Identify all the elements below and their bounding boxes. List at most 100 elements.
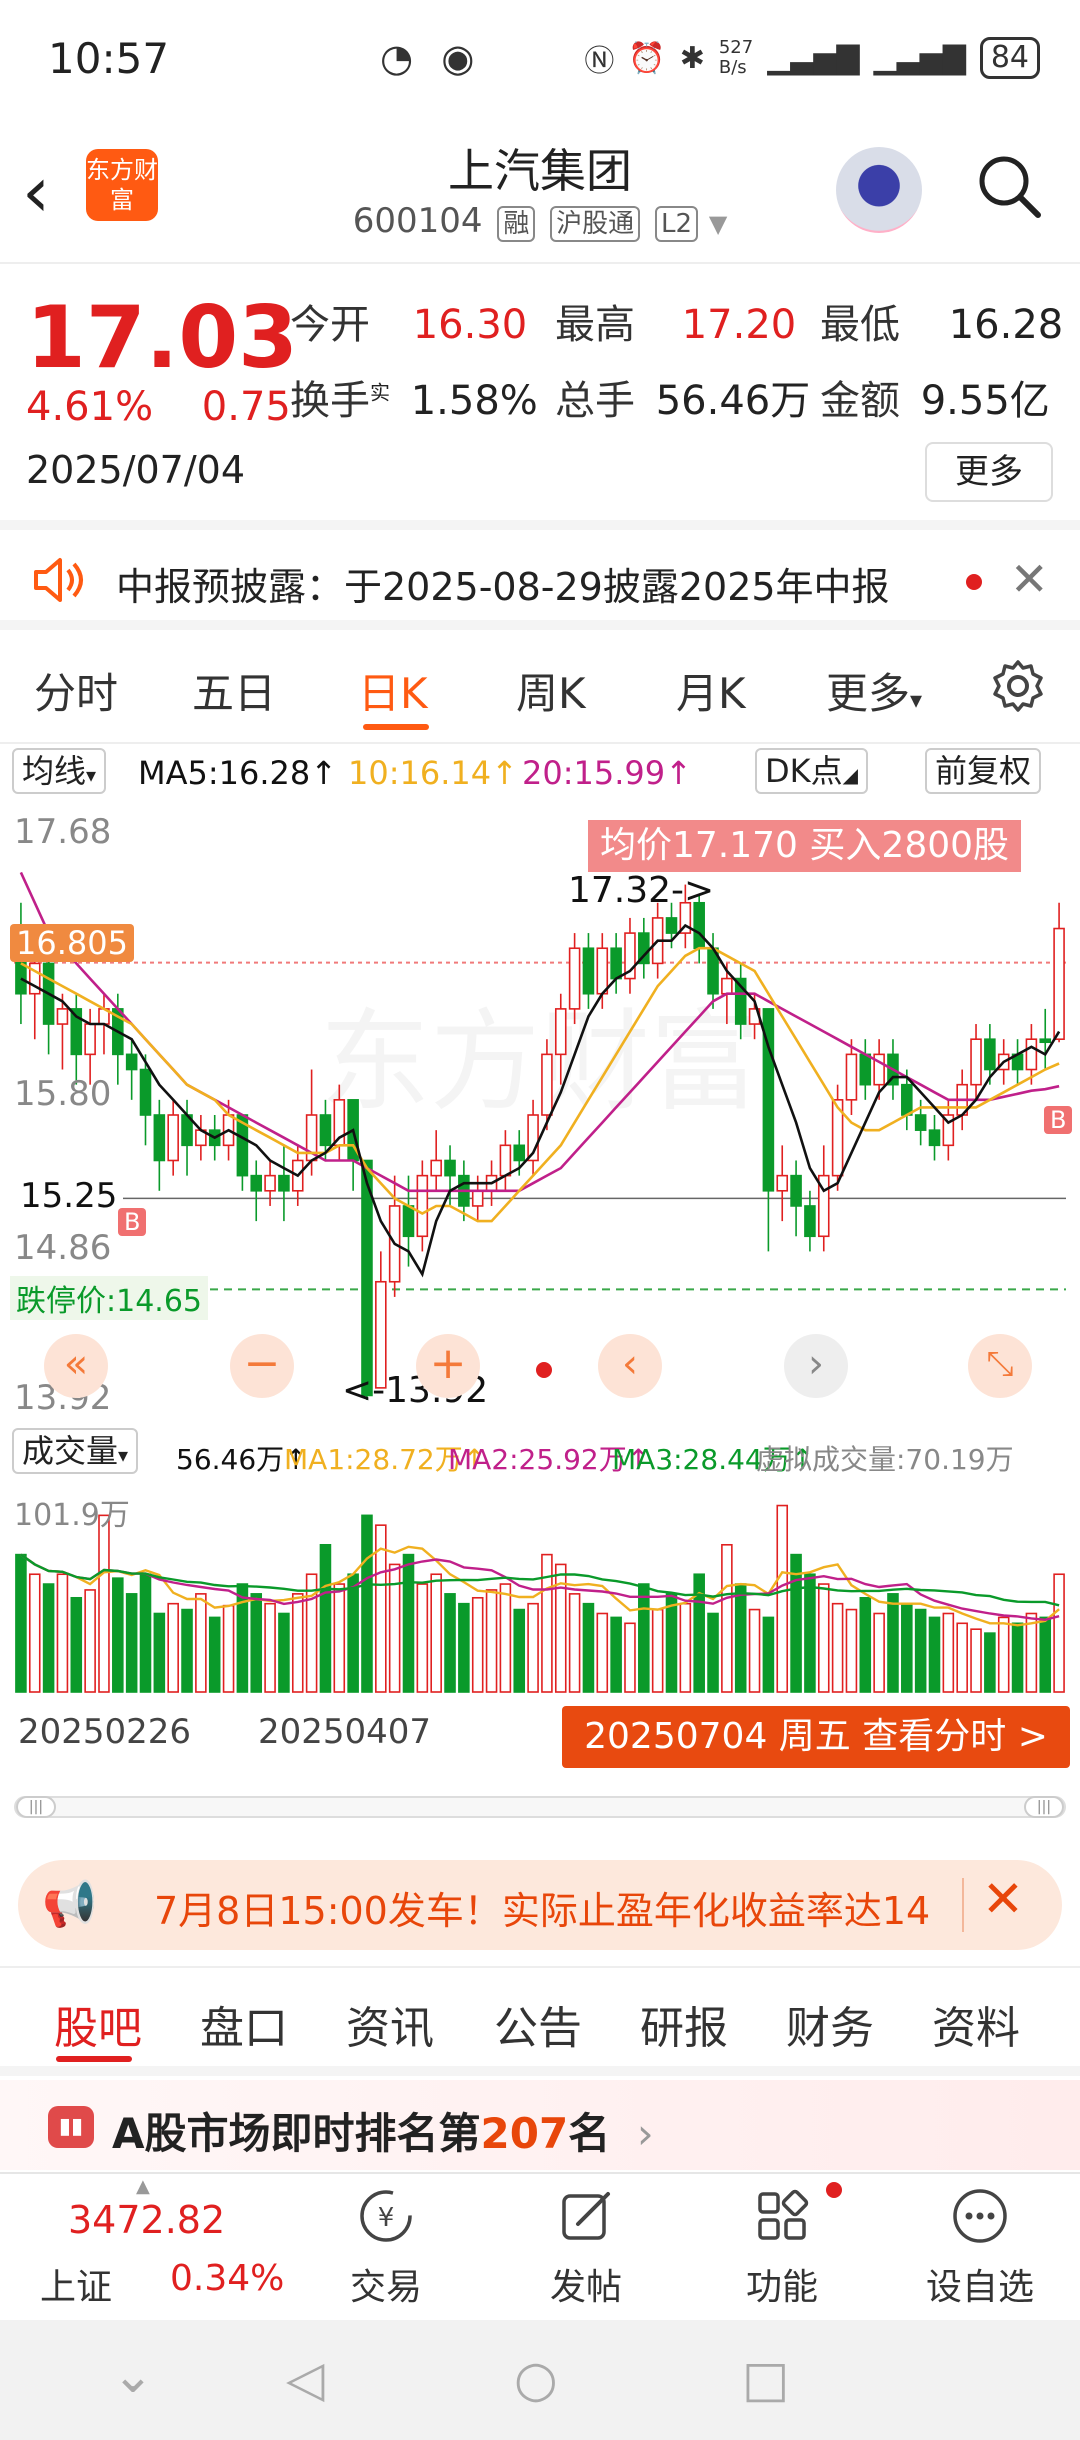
tab-intraday[interactable]: 分时 (34, 660, 118, 721)
zoom-in-icon[interactable]: + (416, 1334, 480, 1398)
volume-bar (748, 1608, 761, 1693)
kline-chart[interactable]: 东方财富 (0, 800, 1080, 1420)
volume-bar (264, 1602, 276, 1693)
candle (859, 1039, 872, 1100)
close-icon[interactable]: ✕ (1010, 552, 1049, 606)
candle (790, 1160, 802, 1237)
tab-monthly-k[interactable]: 月K (676, 660, 746, 721)
last-price: 17.03 (26, 288, 299, 388)
virtual-volume: 虚拟成交量:70.19万 (756, 1443, 1014, 1476)
tab-more[interactable]: 更多▾ (826, 660, 922, 721)
tab-pankou[interactable]: 盘口 (200, 1992, 288, 2056)
nav-post[interactable]: 发帖 (506, 2258, 666, 2310)
next-icon[interactable]: › (784, 1334, 848, 1398)
volume-bar (624, 1622, 636, 1693)
scroll-handle-left[interactable]: ||| (16, 1796, 56, 1818)
volume-bar (471, 1596, 484, 1693)
volume-bar (42, 1583, 55, 1693)
gear-icon[interactable] (990, 658, 1046, 714)
nav-functions[interactable]: 功能 (702, 2258, 862, 2310)
candle (278, 1145, 290, 1222)
rewind-icon[interactable]: « (44, 1334, 108, 1398)
chart-scrollbar[interactable]: ||| ||| (14, 1796, 1066, 1818)
tab-daily-k[interactable]: 日K (358, 660, 428, 721)
turnover-value: 1.58% (410, 378, 538, 424)
volume-bar (250, 1593, 263, 1693)
content-tabs: 股吧 盘口 资讯 公告 研报 财务 资料 (0, 1966, 1080, 2076)
view-intraday-button[interactable]: 20250704 周五 查看分时 > (562, 1706, 1070, 1768)
nav-back-icon[interactable]: ◁ (286, 2350, 324, 2408)
index-ticker[interactable]: ▲ 3472.82 上证 0.34% (0, 2174, 284, 2314)
close-icon[interactable]: ✕ (982, 1870, 1024, 1928)
volume-chart[interactable] (0, 1484, 1080, 1698)
indicator-select-label: 均线 (22, 752, 87, 790)
date-label-2: 20250407 (258, 1712, 432, 1752)
indicator-select[interactable]: 均线▾ (12, 748, 107, 794)
amount-stat: 金额 9.55亿 (820, 368, 1050, 426)
assistant-robot-icon[interactable] (836, 147, 922, 233)
market-rank-row[interactable]: ▮▮ A股市场即时排名第207名 › (0, 2080, 1080, 2170)
volume-indicator-select[interactable]: 成交量▾ (12, 1428, 139, 1474)
tab-research[interactable]: 研报 (640, 1992, 728, 2056)
candle (195, 1115, 207, 1161)
volume-bar (956, 1622, 968, 1693)
more-dots-icon[interactable] (950, 2186, 1010, 2246)
prev-icon[interactable]: ‹ (598, 1334, 662, 1398)
rank-suffix: 名 (568, 2109, 611, 2158)
tab-five-day[interactable]: 五日 (192, 660, 276, 721)
volume-bar (56, 1573, 69, 1693)
volume-bar (527, 1602, 539, 1693)
volume-ma3-line (20, 1553, 1060, 1607)
battery-indicator: 84 (979, 37, 1040, 79)
rank-number: 207 (480, 2109, 569, 2158)
high-value: 17.20 (681, 302, 797, 348)
volume-bar (679, 1602, 692, 1693)
volume-stat: 总手 56.46万 (555, 368, 810, 426)
tab-announcements[interactable]: 公告 (494, 1992, 582, 2056)
nav-down-icon[interactable]: ⌄ (112, 2346, 154, 2404)
speedometer-icon: ◔ (380, 36, 422, 80)
compose-icon[interactable] (556, 2186, 616, 2246)
tab-profile[interactable]: 资料 (932, 1992, 1020, 2056)
notice-bar[interactable]: 中报预披露：于2025-08-29披露2025年中报 ✕ (0, 520, 1080, 630)
apps-icon[interactable] (752, 2186, 812, 2246)
volume-bar (485, 1589, 498, 1693)
tab-guba[interactable]: 股吧 (54, 1992, 142, 2056)
turnover-sup: 实 (370, 380, 390, 405)
volume-bar (444, 1593, 456, 1693)
candle (167, 1099, 179, 1176)
volume-bar (1011, 1622, 1024, 1693)
adjust-select[interactable]: 前复权 (925, 748, 1042, 794)
nav-home-icon[interactable]: ○ (514, 2350, 558, 2408)
volume-bar (416, 1583, 429, 1693)
nav-recents-icon[interactable]: □ (742, 2350, 789, 2408)
bottom-nav: ▲ 3472.82 上证 0.34% ¥ 交易 发帖 功能 设自选 (0, 2172, 1080, 2312)
ma20-value: 20:15.99↑ (522, 754, 692, 792)
low-label: 最低 (820, 302, 900, 348)
dk-point-select[interactable]: DK点◢ (755, 748, 869, 794)
chevron-down-icon: ▼ (708, 210, 728, 238)
volume-bar (1025, 1612, 1038, 1693)
zoom-out-icon[interactable]: − (230, 1334, 294, 1398)
fullscreen-icon[interactable]: ⤡ (968, 1334, 1032, 1398)
tab-finance[interactable]: 财务 (786, 1992, 874, 2056)
candle (236, 1114, 249, 1191)
search-icon[interactable] (974, 151, 1044, 221)
nav-add-watchlist[interactable]: 设自选 (900, 2258, 1060, 2310)
connect-tag: 沪股通 (550, 206, 641, 242)
tab-news[interactable]: 资讯 (346, 1992, 434, 2056)
caret-up-icon: ▲ (136, 2176, 150, 2197)
trade-icon[interactable]: ¥ (356, 2186, 416, 2246)
red-dot (536, 1362, 552, 1378)
volume-bar (610, 1616, 622, 1693)
tab-weekly-k[interactable]: 周K (516, 660, 586, 721)
more-stats-button[interactable]: 更多 (925, 442, 1053, 502)
volume-bar (651, 1608, 664, 1693)
price-change: 4.61% 0.75 (26, 384, 291, 430)
dk-point-label: DK点 (765, 752, 843, 790)
volume-bar (582, 1602, 595, 1693)
promo-banner[interactable]: 📢 7月8日15:00发车！实际止盈年化收益率达14 ✕ (18, 1860, 1062, 1950)
volume-bar (845, 1608, 858, 1693)
scroll-handle-right[interactable]: ||| (1024, 1796, 1064, 1818)
nav-trade[interactable]: 交易 (306, 2258, 466, 2310)
